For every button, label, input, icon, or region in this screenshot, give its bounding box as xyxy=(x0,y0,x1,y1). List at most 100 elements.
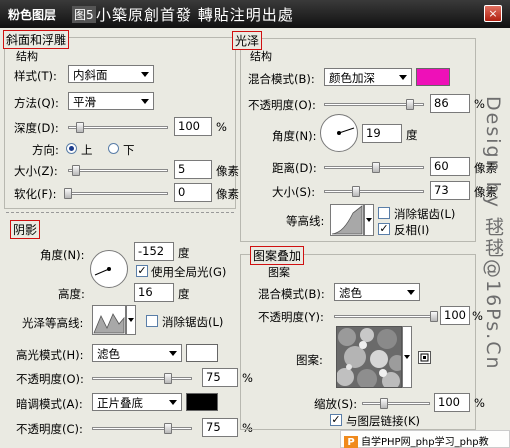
method-dropdown[interactable]: 平滑 xyxy=(68,92,154,110)
chevron-down-icon xyxy=(169,400,177,405)
satin-antialias-label: 消除锯齿(L) xyxy=(394,207,456,221)
satin-opacity-input[interactable]: 86 xyxy=(430,94,470,113)
pattern-opacity-label: 不透明度(Y): xyxy=(258,310,324,324)
contour-curve-icon xyxy=(331,205,363,235)
pattern-blend-dropdown[interactable]: 滤色 xyxy=(334,283,420,301)
depth-input[interactable]: 100 xyxy=(174,117,212,136)
direction-up-label: 上 xyxy=(81,143,93,157)
global-light-label: 使用全局光(G) xyxy=(151,265,227,279)
shadow-opacity-slider-track[interactable] xyxy=(92,427,192,430)
soften-slider-track[interactable] xyxy=(68,192,168,195)
altitude-unit: 度 xyxy=(178,287,190,301)
satin-blend-label: 混合模式(B): xyxy=(248,72,315,86)
satin-angle-input[interactable]: 19 xyxy=(362,124,402,143)
satin-contour-dropdown[interactable] xyxy=(364,204,374,236)
satin-contour-picker[interactable] xyxy=(330,204,364,236)
footer-watermark-text: 自学PHP网_php学习_php教 xyxy=(361,437,489,448)
highlight-mode-dropdown[interactable]: 滤色 xyxy=(92,344,182,362)
shadow-opacity-input[interactable]: 75 xyxy=(202,418,238,437)
gloss-contour-picker[interactable] xyxy=(92,305,126,335)
divider xyxy=(6,212,234,213)
global-light-checkbox[interactable]: ✓ xyxy=(136,265,148,277)
satin-size-slider-thumb[interactable] xyxy=(352,186,360,197)
direction-down-radio[interactable] xyxy=(108,143,119,154)
pattern-opacity-slider-track[interactable] xyxy=(334,315,434,318)
shading-angle-input[interactable]: -152 xyxy=(134,242,174,261)
satin-size-input[interactable]: 73 xyxy=(430,181,470,200)
shading-antialias-label: 消除锯齿(L) xyxy=(162,315,224,329)
pattern-opacity-slider-thumb[interactable] xyxy=(430,311,438,322)
highlight-opacity-slider-track[interactable] xyxy=(92,377,192,380)
bevel-size-slider-track[interactable] xyxy=(68,169,168,172)
new-preset-button[interactable] xyxy=(418,351,431,364)
soften-input[interactable]: 0 xyxy=(174,183,212,202)
highlight-opacity-slider-thumb[interactable] xyxy=(164,373,172,384)
satin-size-label: 大小(S): xyxy=(272,185,316,199)
satin-size-slider-track[interactable] xyxy=(324,190,424,193)
pattern-scale-slider-thumb[interactable] xyxy=(380,398,388,409)
method-value: 平滑 xyxy=(73,95,96,109)
chevron-down-icon xyxy=(366,218,372,222)
altitude-input[interactable]: 16 xyxy=(134,283,174,302)
shading-angle-dial[interactable] xyxy=(90,250,128,288)
direction-down-label: 下 xyxy=(123,143,135,157)
pattern-scale-slider-track[interactable] xyxy=(362,402,430,405)
satin-color-swatch[interactable] xyxy=(416,68,450,86)
highlight-mode-value: 滤色 xyxy=(97,347,120,361)
style-label: 样式(T): xyxy=(14,69,57,83)
satin-distance-slider-thumb[interactable] xyxy=(372,162,380,173)
satin-subtitle: 结构 xyxy=(250,50,272,63)
highlight-opacity-input[interactable]: 75 xyxy=(202,368,238,387)
top-watermark: 小築原創首發 轉貼注明出處 xyxy=(96,6,294,24)
satin-blend-dropdown[interactable]: 颜色加深 xyxy=(324,68,412,86)
highlight-color-swatch[interactable] xyxy=(186,344,218,362)
chevron-down-icon xyxy=(169,351,177,356)
chevron-down-icon xyxy=(128,318,134,322)
angle-dial-icon xyxy=(94,267,111,276)
shading-antialias-checkbox[interactable] xyxy=(146,315,158,327)
link-with-layer-checkbox[interactable]: ✓ xyxy=(330,414,342,426)
gloss-contour-label: 光泽等高线: xyxy=(22,316,84,330)
direction-up-radio[interactable] xyxy=(66,143,77,154)
pattern-title: 图案叠加 xyxy=(250,246,305,265)
pattern-dropdown[interactable] xyxy=(402,326,412,388)
bevel-size-label: 大小(Z): xyxy=(14,164,58,178)
window-title: 粉色图层 xyxy=(8,8,57,22)
shadow-opacity-slider-thumb[interactable] xyxy=(164,423,172,434)
satin-opacity-slider-thumb[interactable] xyxy=(406,99,414,110)
pattern-opacity-input[interactable]: 100 xyxy=(440,306,470,325)
satin-contour-label: 等高线: xyxy=(286,214,325,228)
gloss-contour-dropdown[interactable] xyxy=(126,305,136,335)
method-label: 方法(Q): xyxy=(14,96,59,110)
soften-unit: 像素 xyxy=(216,187,239,201)
satin-invert-checkbox[interactable]: ✓ xyxy=(378,223,390,235)
bevel-size-unit: 像素 xyxy=(216,164,239,178)
contour-curve-icon xyxy=(93,313,125,334)
highlight-opacity-label: 不透明度(O): xyxy=(16,372,84,386)
shadow-color-swatch[interactable] xyxy=(186,393,218,411)
chevron-down-icon xyxy=(399,75,407,80)
php-logo-icon: P xyxy=(344,436,358,448)
satin-distance-input[interactable]: 60 xyxy=(430,157,470,176)
close-button[interactable]: × xyxy=(484,5,502,22)
satin-blend-value: 颜色加深 xyxy=(329,71,375,85)
bevel-size-input[interactable]: 5 xyxy=(174,160,212,179)
style-value: 内斜面 xyxy=(73,68,108,82)
highlight-mode-label: 高光模式(H): xyxy=(16,348,84,362)
pattern-subtitle: 图案 xyxy=(268,266,290,279)
bevel-size-slider-thumb[interactable] xyxy=(72,165,80,176)
style-dropdown[interactable]: 内斜面 xyxy=(68,65,154,83)
link-with-layer-label: 与图层链接(K) xyxy=(346,414,421,428)
soften-slider-thumb[interactable] xyxy=(64,188,72,199)
satin-antialias-checkbox[interactable] xyxy=(378,207,390,219)
chevron-down-icon xyxy=(407,290,415,295)
new-preset-icon xyxy=(420,353,429,362)
pattern-thumbnail[interactable] xyxy=(336,326,402,388)
pattern-scale-input[interactable]: 100 xyxy=(434,393,470,412)
window-title-suffix: 图5 xyxy=(72,6,96,23)
shadow-mode-dropdown[interactable]: 正片叠底 xyxy=(92,393,182,411)
depth-slider-thumb[interactable] xyxy=(76,122,84,133)
direction-label: 方向: xyxy=(32,143,59,157)
satin-angle-dial[interactable] xyxy=(320,114,358,152)
bevel-subtitle: 结构 xyxy=(16,50,38,63)
